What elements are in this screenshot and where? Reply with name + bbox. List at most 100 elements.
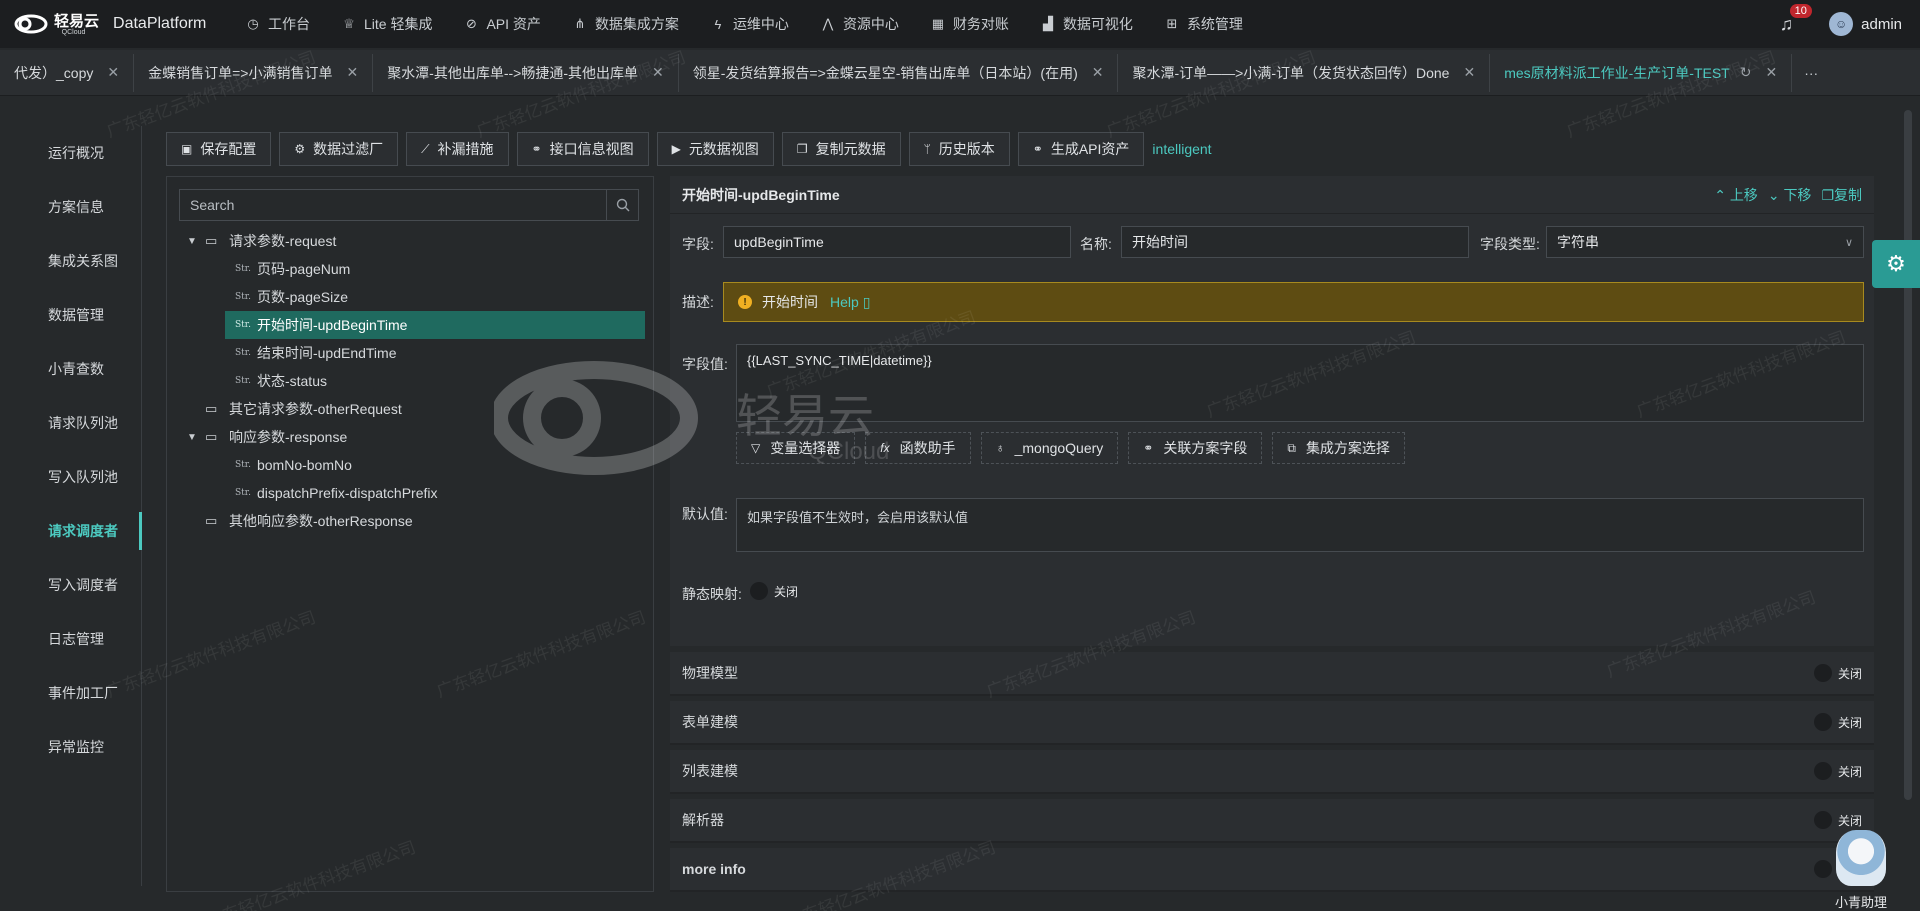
sidebar-item-write-queue[interactable]: 写入队列池 [0, 450, 141, 504]
section-toggle[interactable]: 关闭 [1813, 762, 1862, 780]
tree-node-upd-end-time[interactable]: Str. 结束时间-updEndTime [179, 339, 645, 367]
sidebar-item-overview[interactable]: 运行概况 [0, 126, 141, 180]
intelligent-mode-link[interactable]: intelligent [1152, 141, 1211, 157]
nav-ops-center[interactable]: ϟ 运维中心 [695, 0, 805, 48]
field-type-select[interactable]: 字符串 ∨ [1546, 226, 1864, 258]
tree-node-upd-begin-time[interactable]: Str. 开始时间-updBeginTime [225, 311, 645, 339]
string-type-icon: Str. [235, 264, 251, 274]
mongo-query-button[interactable]: ♁ _mongoQuery [980, 432, 1119, 464]
close-icon[interactable]: ✕ [652, 64, 664, 81]
history-versions-button[interactable]: ᛘ 历史版本 [908, 132, 1010, 166]
sidebar-item-request-scheduler[interactable]: 请求调度者 [0, 504, 142, 558]
generate-api-asset-button[interactable]: ⚭ 生成API资产 [1017, 132, 1145, 166]
sidebar-item-event-factory[interactable]: 事件加工厂 [0, 666, 141, 720]
sidebar-item-relation-graph[interactable]: 集成关系图 [0, 234, 141, 288]
section-toggle[interactable]: 关闭 [1813, 713, 1862, 731]
sidebar-item-data-query[interactable]: 小青查数 [0, 342, 141, 396]
sidebar-item-logs[interactable]: 日志管理 [0, 612, 141, 666]
search-button[interactable] [606, 190, 638, 220]
username[interactable]: admin [1861, 16, 1902, 33]
nav-resource-center[interactable]: ⋀ 资源中心 [805, 0, 915, 48]
static-mapping-toggle[interactable]: 关闭 [750, 582, 798, 600]
nav-data-visualization[interactable]: ▟ 数据可视化 [1025, 0, 1149, 48]
sidebar-item-plan-info[interactable]: 方案信息 [0, 180, 141, 234]
caret-down-icon[interactable]: ▼ [185, 432, 199, 443]
tree-node-request[interactable]: ▼ ▭ 请求参数-request [179, 227, 645, 255]
function-helper-button[interactable]: fx 函数助手 [865, 432, 971, 464]
refresh-icon[interactable]: ↻ [1740, 64, 1752, 81]
nav-system-admin[interactable]: ⊞ 系统管理 [1149, 0, 1259, 48]
variable-selector-button[interactable]: ▽ 变量选择器 [736, 432, 856, 464]
sidebar-item-request-queue[interactable]: 请求队列池 [0, 396, 141, 450]
sidebar-item-write-scheduler[interactable]: 写入调度者 [0, 558, 141, 612]
field-name-label: 名称: [1080, 236, 1112, 252]
field-value-textarea[interactable]: {{LAST_SYNC_TIME|datetime}} [736, 344, 1864, 422]
tab-item[interactable]: 聚水潭-订单——>小满-订单（发货状态回传）Done ✕ [1118, 53, 1491, 92]
tree-node-dispatch-prefix[interactable]: Str. dispatchPrefix-dispatchPrefix [179, 479, 645, 507]
more-tabs-icon[interactable]: ··· [1804, 65, 1818, 81]
tree-node-response[interactable]: ▼ ▭ 响应参数-response [179, 423, 645, 451]
tree-node-status[interactable]: Str. 状态-status [179, 367, 645, 395]
page-scrollbar[interactable] [1904, 110, 1912, 800]
sidebar-item-label: 运行概况 [48, 145, 104, 161]
nav-workbench[interactable]: ◷ 工作台 [230, 0, 326, 48]
integration-plan-select-button[interactable]: ⧉ 集成方案选择 [1272, 432, 1405, 464]
floating-settings-button[interactable]: ⚙ [1872, 240, 1920, 288]
button-label: 复制元数据 [815, 141, 886, 157]
field-name-input[interactable]: 开始时间 [1121, 226, 1469, 258]
tree-node-other-response[interactable]: ▭ 其他响应参数-otherResponse [179, 507, 645, 535]
avatar[interactable]: ☺ [1829, 12, 1854, 36]
help-link[interactable]: Help ▯ [830, 294, 870, 311]
tree-node-other-request[interactable]: ▭ 其它请求参数-otherRequest [179, 395, 645, 423]
tree-node-label: 开始时间-updBeginTime [256, 317, 408, 333]
field-type-value: 字符串 [1557, 234, 1599, 250]
section-toggle[interactable]: 关闭 [1813, 811, 1862, 829]
tab-item[interactable]: 领星-发货结算报告=>金蝶云星空-销售出库单（日本站）(在用) ✕ [679, 53, 1119, 92]
tab-item-active[interactable]: mes原材料派工作业-生产订单-TEST ↻ ✕ [1490, 53, 1793, 92]
close-icon[interactable]: ✕ [1765, 64, 1777, 81]
field-key-input[interactable]: updBeginTime [723, 226, 1071, 258]
section-list-modeling[interactable]: 列表建模 关闭 [670, 750, 1874, 794]
data-filter-button[interactable]: ⚙ 数据过滤厂 [279, 132, 399, 166]
move-down-button[interactable]: ⌄ 下移 [1768, 185, 1812, 205]
tab-item[interactable]: 代发）_copy ✕ [0, 53, 135, 92]
sidebar-item-data-management[interactable]: 数据管理 [0, 288, 141, 342]
section-toggle[interactable]: 关闭 [1813, 664, 1862, 682]
close-icon[interactable]: ✕ [107, 64, 119, 81]
hierarchy-icon: ⋀ [822, 16, 834, 31]
metadata-view-button[interactable]: ▶ 元数据视图 [656, 132, 774, 166]
tree-node-page-size[interactable]: Str. 页数-pageSize [179, 283, 645, 311]
section-physical-model[interactable]: 物理模型 关闭 [670, 652, 1874, 696]
nav-api-assets[interactable]: ⊘ API 资产 [448, 0, 556, 48]
search-input[interactable] [180, 190, 606, 220]
tree-node-page-num[interactable]: Str. 页码-pageNum [179, 255, 645, 283]
section-more-info[interactable]: more info 关闭 [670, 848, 1874, 892]
nav-finance-reconcile[interactable]: ▦ 财务对账 [915, 0, 1025, 48]
tab-item[interactable]: 聚水潭-其他出库单-->畅捷通-其他出库单 ✕ [373, 53, 679, 92]
notification-bell[interactable]: ♫ 10 [1780, 3, 1812, 35]
calculator-icon: ▦ [931, 16, 945, 31]
caret-down-icon[interactable]: ▼ [185, 236, 199, 247]
copy-metadata-button[interactable]: ❐ 复制元数据 [781, 132, 901, 166]
section-form-modeling[interactable]: 表单建模 关闭 [670, 701, 1874, 745]
nav-lite[interactable]: ♕ Lite 轻集成 [326, 0, 448, 48]
tab-item[interactable]: 金蝶销售订单=>小满销售订单 ✕ [134, 53, 374, 92]
sidebar-item-exception-monitor[interactable]: 异常监控 [0, 720, 141, 774]
close-icon[interactable]: ✕ [1092, 64, 1104, 81]
brand-logo[interactable]: 轻易云 QCloud DataPlatform [0, 12, 230, 36]
move-up-button[interactable]: ⌃ 上移 [1714, 185, 1758, 205]
nav-integration-plans[interactable]: ⋔ 数据集成方案 [557, 0, 695, 48]
tree-node-bom-no[interactable]: Str. bomNo-bomNo [179, 451, 645, 479]
api-info-view-button[interactable]: ⚭ 接口信息视图 [516, 132, 649, 166]
network-icon: ⋔ [574, 16, 586, 31]
section-parser[interactable]: 解析器 关闭 [670, 799, 1874, 843]
copy-field-button[interactable]: ❐复制 [1821, 185, 1862, 205]
related-plan-field-button[interactable]: ⚭ 关联方案字段 [1128, 432, 1263, 464]
trend-icon: ⟋ [421, 141, 430, 156]
assistant-widget[interactable]: 小青助理 [1828, 830, 1894, 911]
close-icon[interactable]: ✕ [346, 64, 358, 81]
gap-fill-button[interactable]: ⟋ 补漏措施 [406, 132, 509, 166]
default-value-textarea[interactable]: 如果字段值不生效时，会启用该默认值 [736, 498, 1864, 552]
save-config-button[interactable]: ▣ 保存配置 [166, 132, 272, 166]
close-icon[interactable]: ✕ [1463, 64, 1475, 81]
